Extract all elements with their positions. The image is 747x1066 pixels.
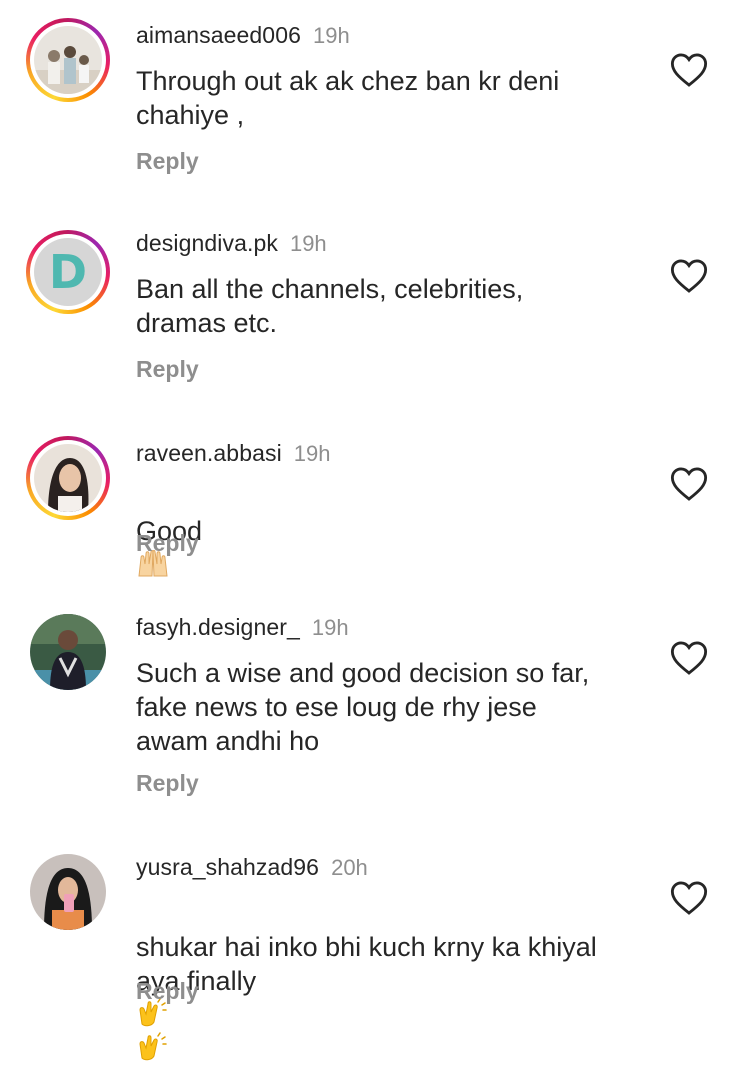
comment-text: Such a wise and good decision so far, fa…	[136, 658, 590, 756]
comment-username[interactable]: yusra_shahzad96	[136, 854, 319, 881]
comment-timestamp: 19h	[312, 23, 350, 48]
reply-button[interactable]: Reply	[136, 770, 199, 797]
reply-button[interactable]: Reply	[136, 530, 199, 557]
designdiva-logo: D	[48, 245, 88, 299]
avatar[interactable]	[30, 854, 106, 930]
like-heart-icon[interactable]	[670, 52, 708, 88]
selfie-photo-avatar	[30, 854, 106, 930]
comment-timestamp: 19h	[289, 231, 327, 256]
like-heart-icon[interactable]	[670, 880, 708, 916]
comment-text: Through out ak ak chez ban kr deni chahi…	[136, 66, 560, 130]
comment-username[interactable]: raveen.abbasi	[136, 440, 282, 467]
avatar[interactable]	[26, 18, 110, 102]
clapping-hands-emoji	[139, 1032, 167, 1061]
comment-username[interactable]: designdiva.pk	[136, 230, 278, 257]
comment-text: shukar hai inko bhi kuch krny ka khiyal …	[136, 896, 656, 1066]
reply-button[interactable]: Reply	[136, 356, 199, 383]
comment-timestamp: 20h	[331, 855, 368, 880]
avatar[interactable]	[26, 436, 110, 520]
comment-text: Ban all the channels, celebrities, drama…	[136, 274, 524, 338]
like-heart-icon[interactable]	[670, 640, 708, 676]
comment-timestamp: 19h	[293, 441, 331, 466]
comment-text-body: shukar hai inko bhi kuch krny ka khiyal …	[136, 932, 597, 996]
reply-button[interactable]: Reply	[136, 148, 199, 175]
designer-photo-avatar	[30, 614, 106, 690]
avatar[interactable]: D	[26, 230, 110, 314]
comment-text: Good	[136, 480, 656, 582]
comment-username[interactable]: fasyh.designer_	[136, 614, 300, 641]
avatar[interactable]	[30, 614, 106, 690]
comment-username[interactable]: aimansaeed006	[136, 22, 301, 49]
comment-timestamp: 19h	[311, 615, 349, 640]
portrait-photo-avatar	[34, 444, 102, 512]
like-heart-icon[interactable]	[670, 466, 708, 502]
family-photo-avatar	[34, 26, 102, 94]
reply-button[interactable]: Reply	[136, 978, 199, 1005]
like-heart-icon[interactable]	[670, 258, 708, 294]
